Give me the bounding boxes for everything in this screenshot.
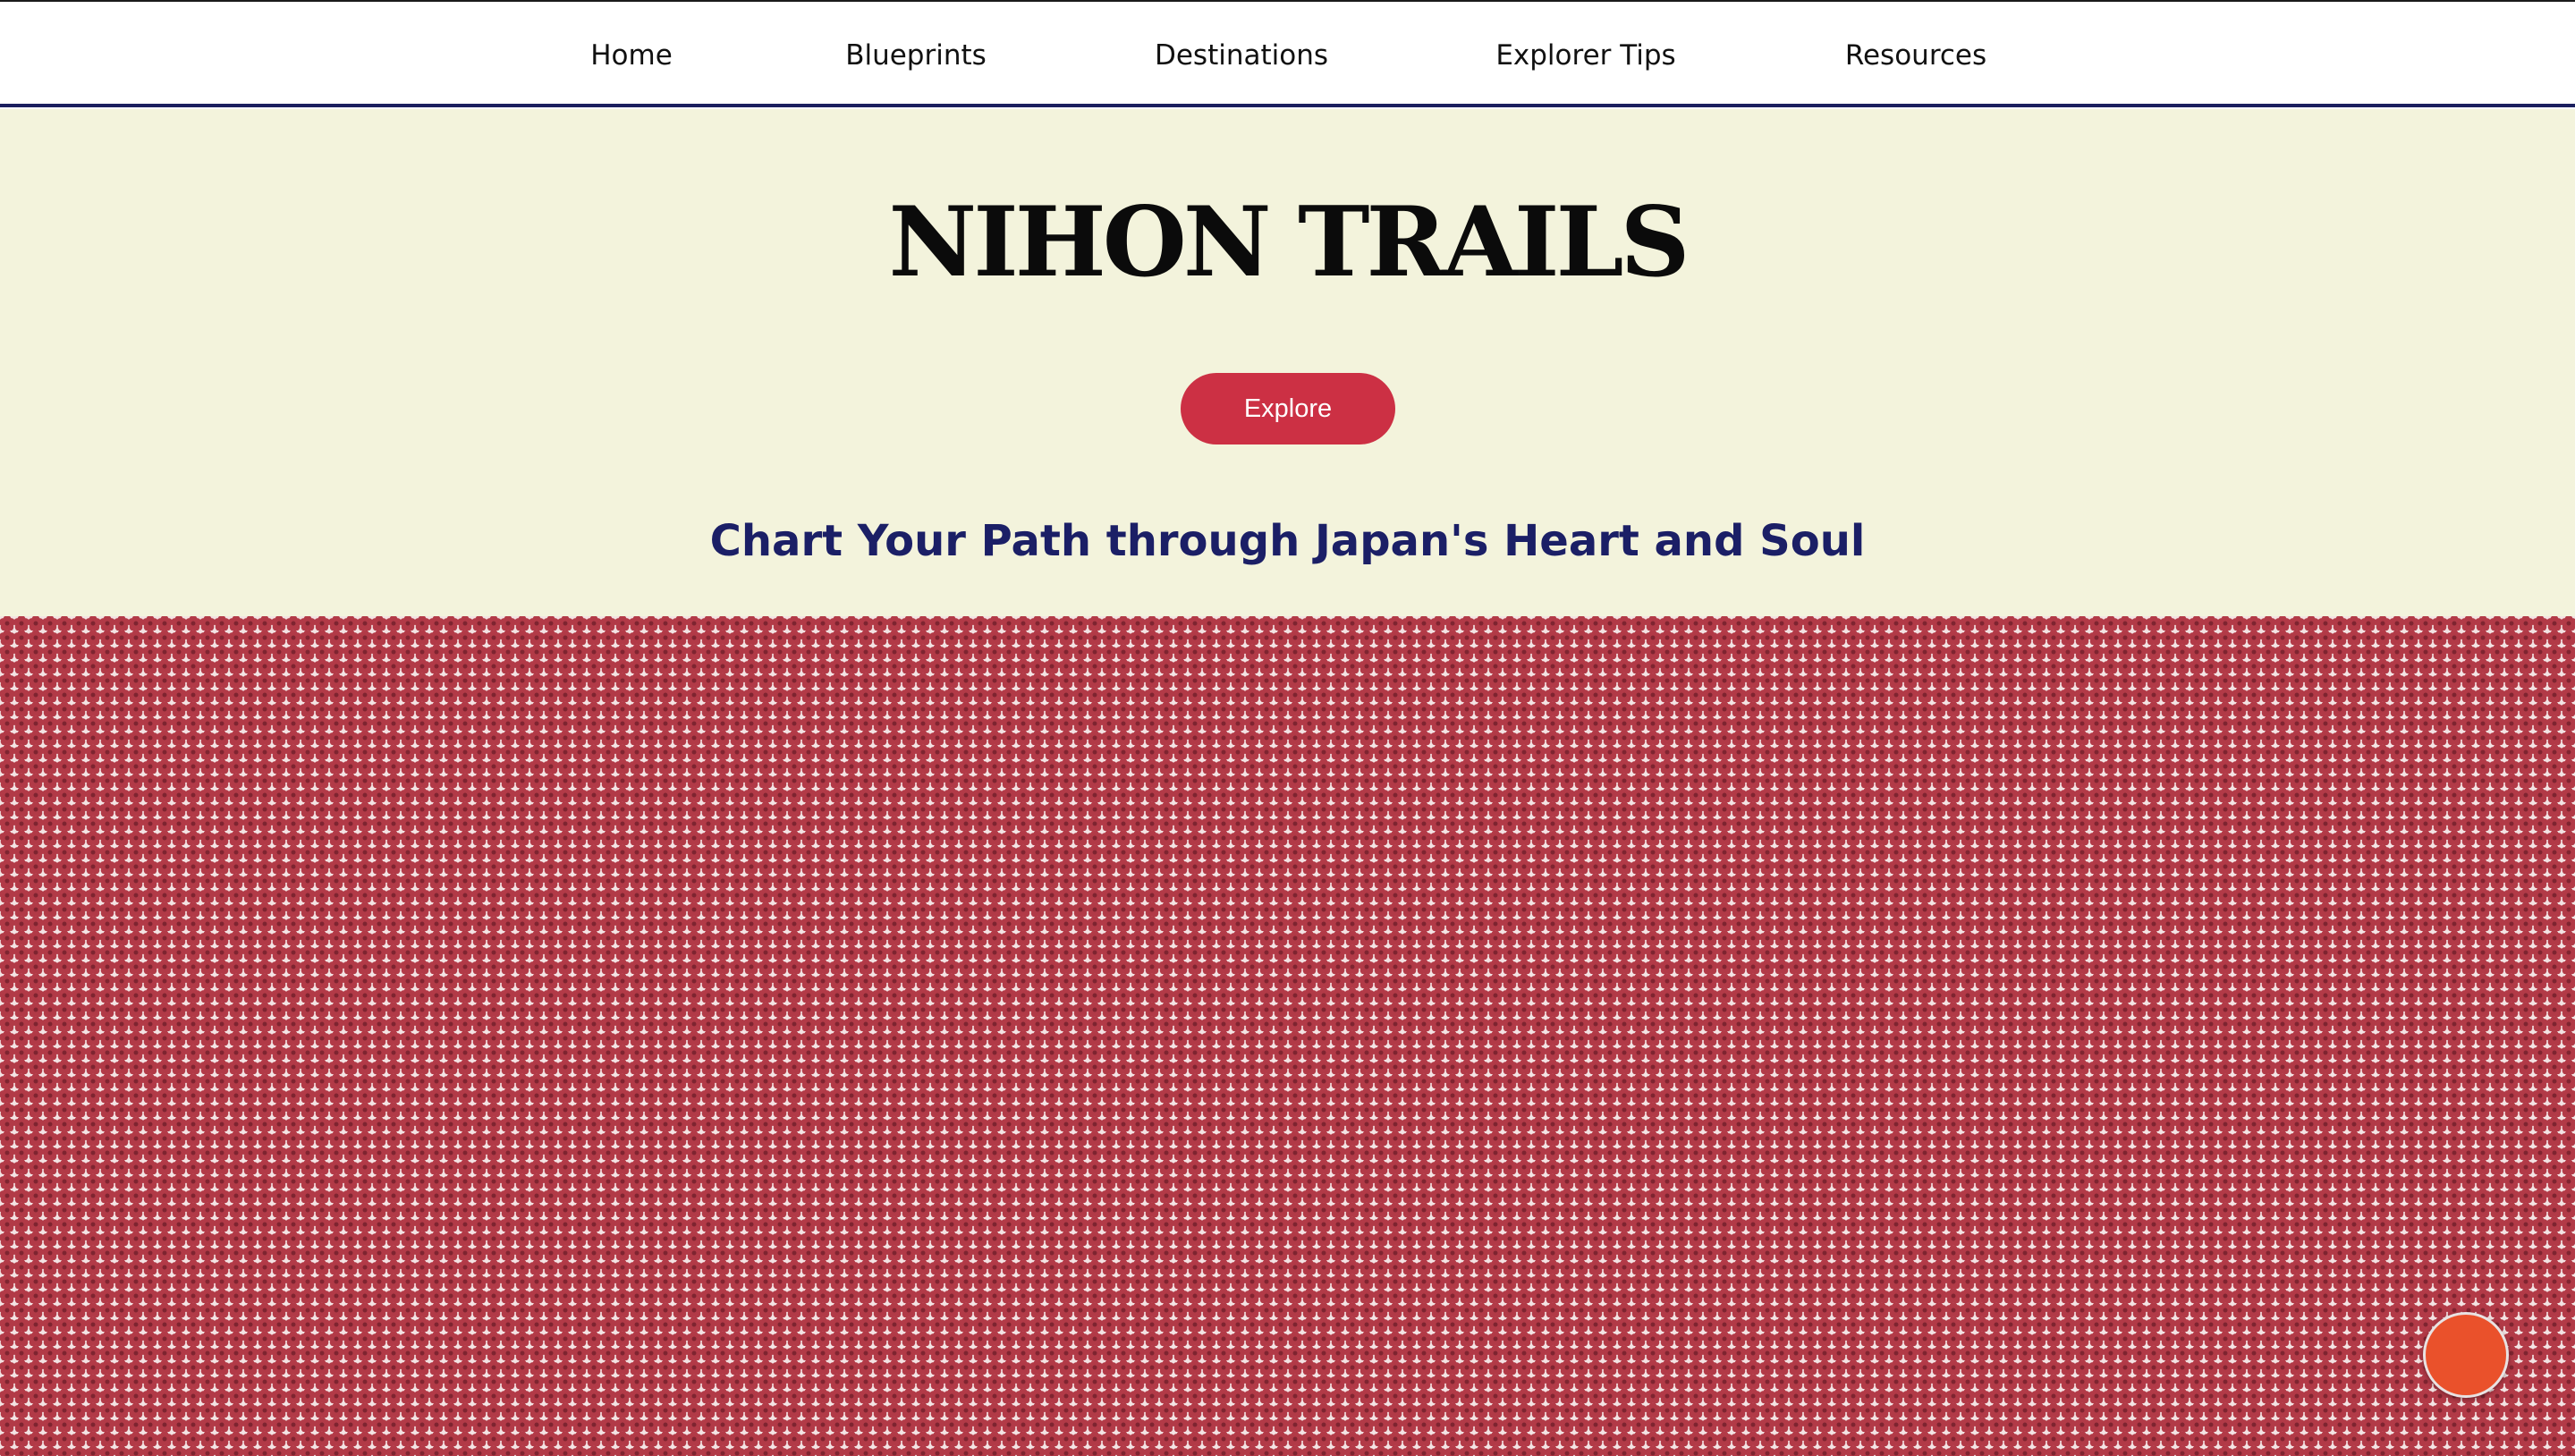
explore-button[interactable]: Explore (1181, 373, 1395, 444)
plum-blossom-pattern (0, 616, 2575, 1456)
hero-tagline: Chart Your Path through Japan's Heart an… (709, 516, 1866, 566)
nav-link-blueprints[interactable]: Blueprints (845, 2, 987, 104)
floating-action-button[interactable] (2423, 1312, 2509, 1398)
hero-section: NIHON TRAILS Explore Chart Your Path thr… (0, 109, 2575, 616)
nav-link-home[interactable]: Home (590, 2, 673, 104)
main-navigation: Home Blueprints Destinations Explorer Ti… (0, 2, 2575, 107)
nav-link-explorer-tips[interactable]: Explorer Tips (1495, 2, 1675, 104)
nav-link-destinations[interactable]: Destinations (1155, 2, 1328, 104)
site-title: NIHON TRAILS (888, 186, 1690, 299)
nav-link-resources[interactable]: Resources (1845, 2, 1986, 104)
